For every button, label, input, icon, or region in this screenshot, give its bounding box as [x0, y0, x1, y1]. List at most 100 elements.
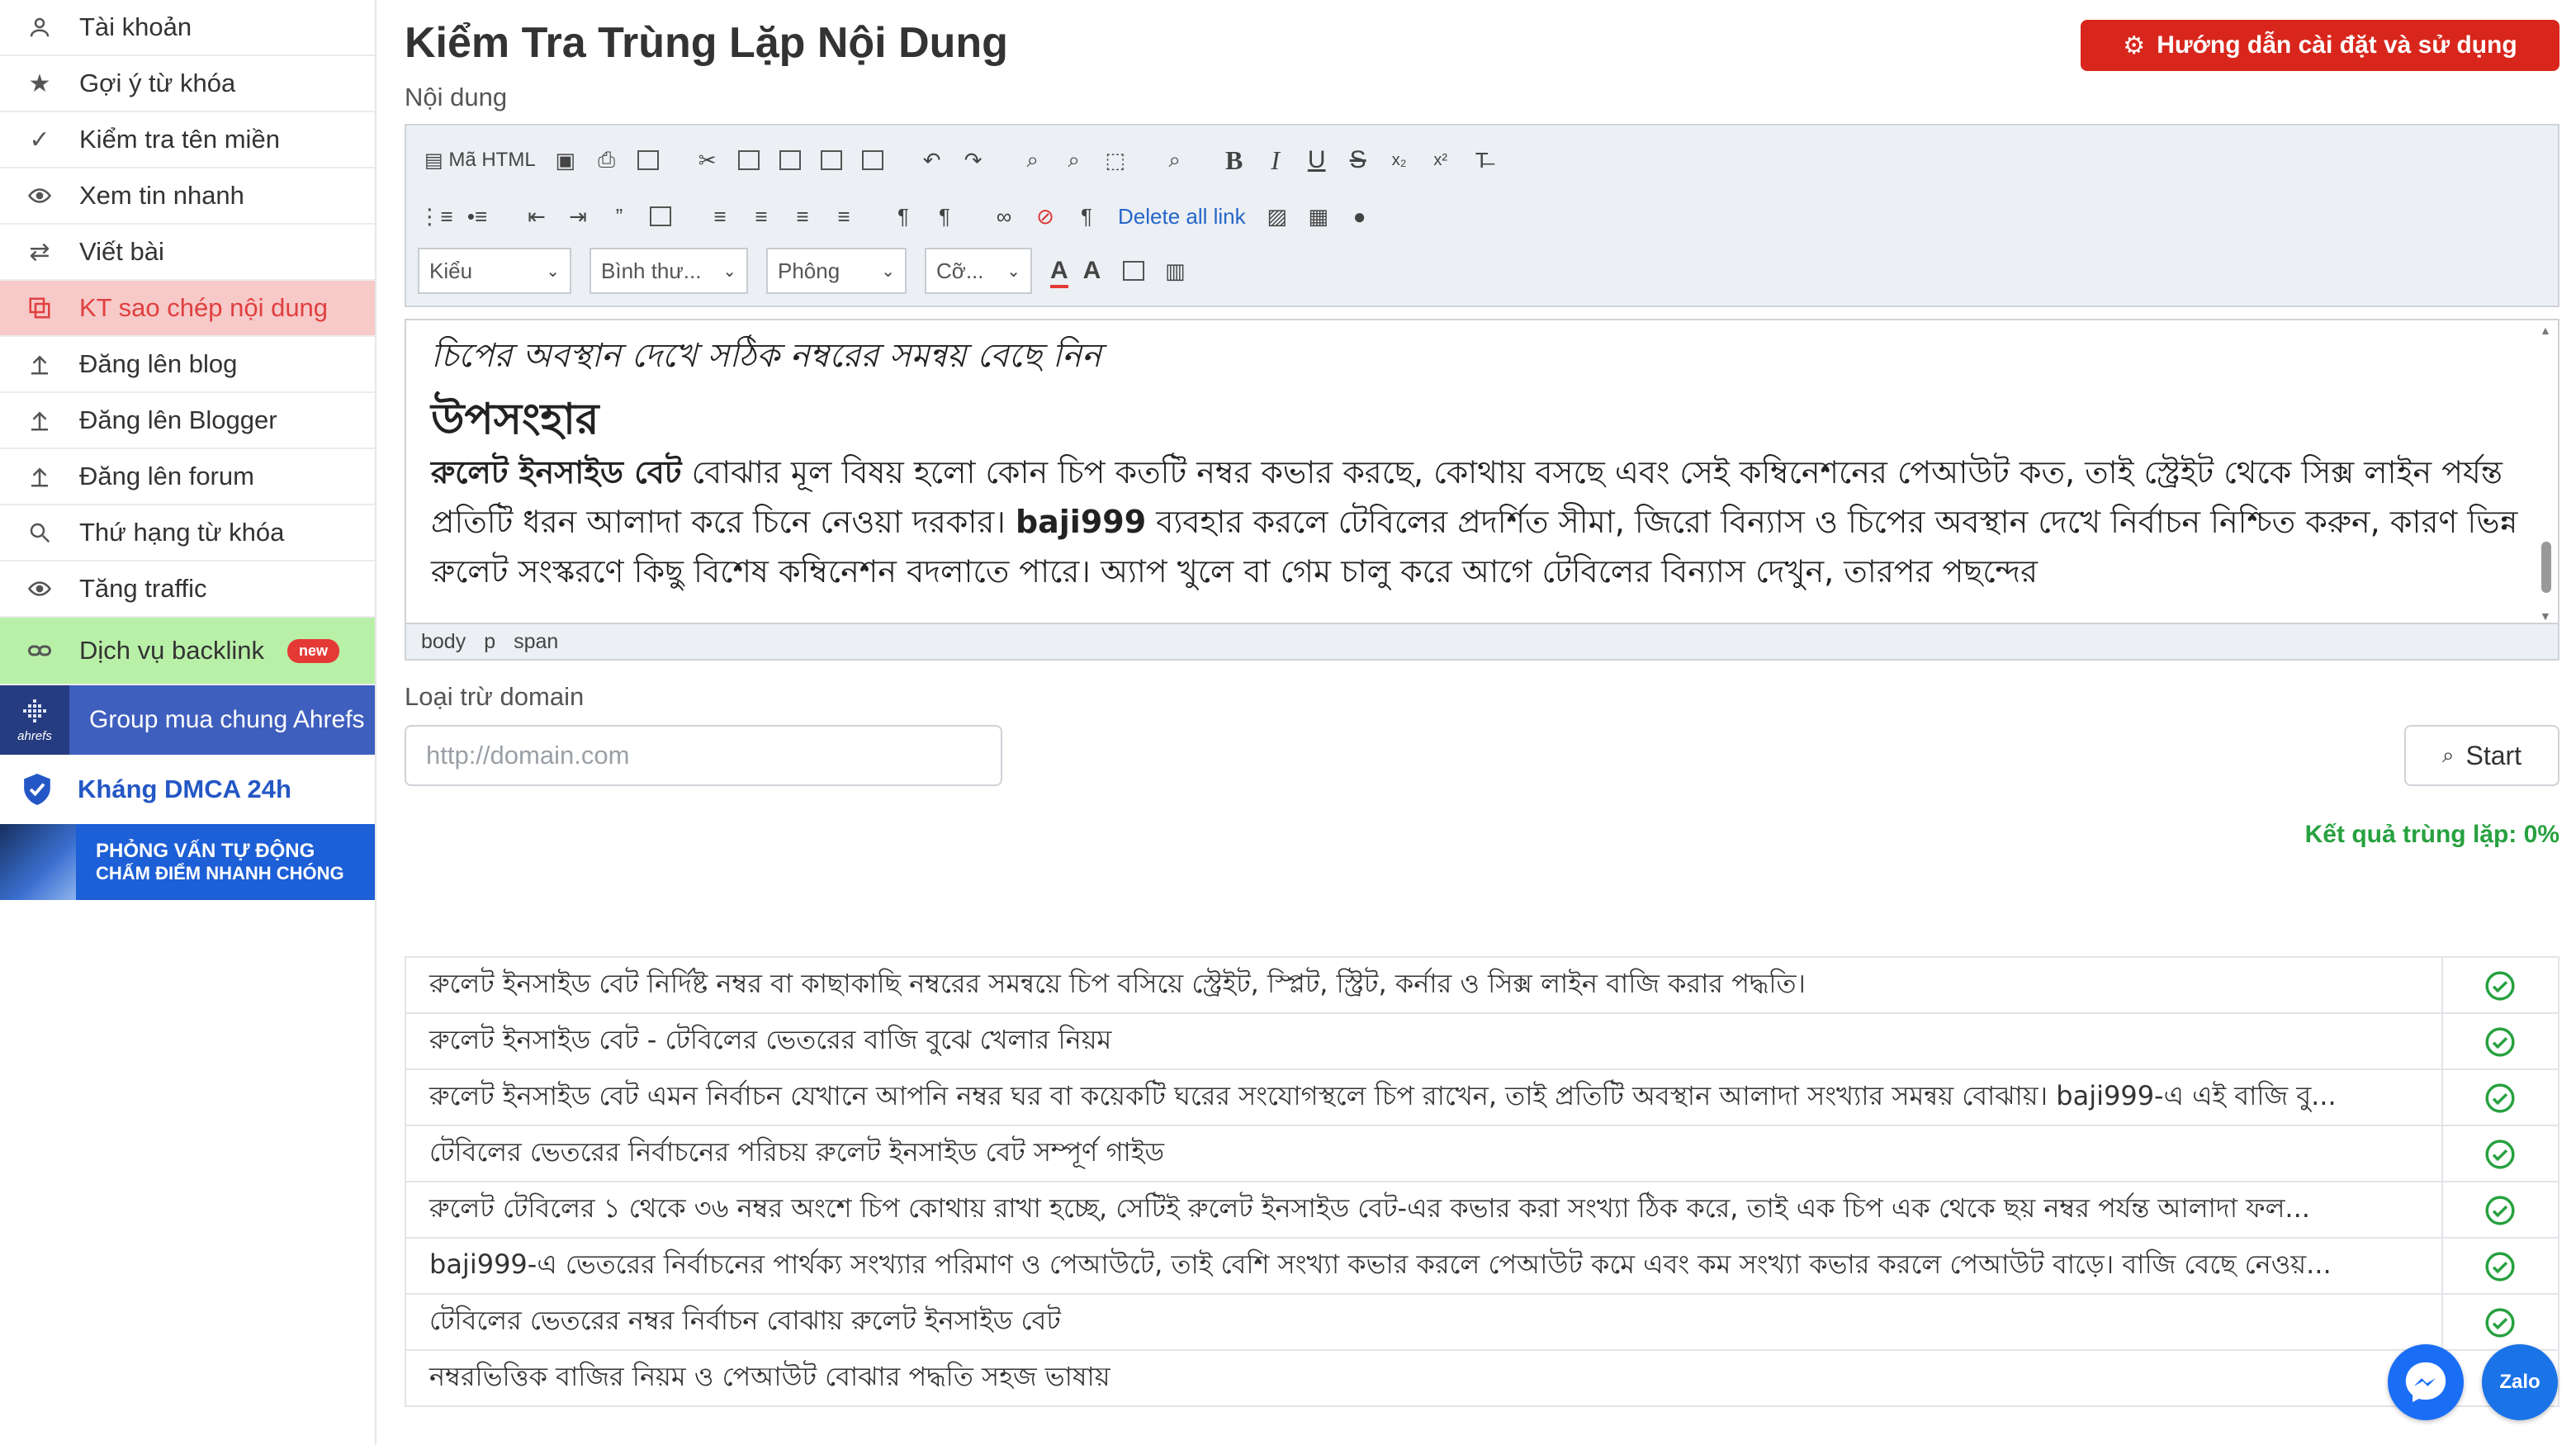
guide-button-label: Hướng dẫn cài đặt và sử dụng — [2157, 31, 2517, 59]
justify-icon[interactable]: ≡ — [826, 197, 862, 236]
ahrefs-group-banner[interactable]: ahrefs Group mua chung Ahrefs — [0, 685, 375, 755]
sidebar-item-domain-check[interactable]: ✓ Kiểm tra tên miền — [0, 112, 375, 168]
scroll-down-icon[interactable]: ▼ — [2540, 609, 2551, 623]
exclude-domain-label: Loại trừ domain — [405, 682, 585, 711]
italic-icon[interactable]: I — [1257, 140, 1294, 180]
maximize-icon[interactable] — [1115, 251, 1152, 291]
redo-icon[interactable]: ↷ — [955, 140, 992, 180]
sidebar-item-account[interactable]: Tài khoản — [0, 0, 375, 56]
interview-line-2: CHẤM ĐIỂM NHANH CHÓNG — [96, 863, 344, 884]
paste-word-icon[interactable] — [855, 140, 891, 180]
subscript-icon[interactable]: x₂ — [1381, 140, 1418, 180]
anchor-icon[interactable]: ¶ — [1068, 197, 1105, 236]
sidebar-item-label: Thứ hạng từ khóa — [79, 518, 285, 547]
path-item[interactable]: span — [514, 630, 558, 654]
paste-icon[interactable] — [772, 140, 808, 180]
print-icon[interactable]: ⎙ — [589, 140, 625, 180]
font-select[interactable]: Phông ⌄ — [766, 248, 907, 294]
underline-icon[interactable]: U — [1299, 140, 1335, 180]
toolbar-row-3: Kiểu ⌄ Bình thư... ⌄ Phông ⌄ Cỡ... ⌄ A A ▥ — [418, 248, 1198, 294]
find-icon[interactable]: ⌕ — [1015, 140, 1051, 180]
interview-banner[interactable]: PHỎNG VẤN TỰ ĐỘNG CHẤM ĐIỂM NHANH CHÓNG — [0, 824, 375, 900]
sidebar-item-copy-check[interactable]: KT sao chép nội dung — [0, 281, 375, 337]
editor-paragraph: রুলেট ইনসাইড বেট বোঝার মূল বিষয় হলো কোন… — [431, 448, 2533, 596]
table-icon[interactable]: ▦ — [1300, 197, 1337, 236]
sidebar-item-backlink[interactable]: Dịch vụ backlink new — [0, 618, 375, 685]
paragraph-format-select[interactable]: Bình thư... ⌄ — [590, 248, 748, 294]
text-color-icon[interactable]: A — [1050, 257, 1068, 288]
background-color-icon[interactable]: A — [1083, 257, 1101, 285]
guide-button[interactable]: ⚙ Hướng dẫn cài đặt và sử dụng — [2081, 20, 2559, 71]
element-path-bar: body p span — [405, 624, 2559, 661]
page-title: Kiểm Tra Trùng Lặp Nội Dung — [405, 19, 1008, 67]
align-center-icon[interactable]: ≡ — [743, 197, 779, 236]
copy-icon[interactable] — [731, 140, 767, 180]
scroll-up-icon[interactable]: ▲ — [2540, 324, 2551, 337]
unlink-icon[interactable]: ⊘ — [1027, 197, 1063, 236]
rtl-icon[interactable]: ¶ — [926, 197, 963, 236]
path-item[interactable]: p — [484, 630, 495, 654]
editor-line: চিপের অবস্থান দেখে সঠিক নম্বরের সমন্বয় … — [431, 337, 1101, 375]
upload-icon — [21, 346, 58, 382]
spellcheck-icon[interactable]: ⌕ — [1157, 140, 1193, 180]
template-icon[interactable] — [630, 140, 666, 180]
size-select-value: Cỡ... — [936, 258, 984, 283]
ltr-icon[interactable]: ¶ — [885, 197, 921, 236]
messenger-icon — [2405, 1362, 2446, 1403]
messenger-button[interactable] — [2388, 1344, 2464, 1420]
indent-icon[interactable]: ⇥ — [560, 197, 596, 236]
exclude-domain-input[interactable] — [405, 725, 1002, 786]
zalo-button[interactable]: Zalo — [2482, 1344, 2558, 1420]
path-item[interactable]: body — [421, 630, 466, 654]
delete-all-links-button[interactable]: Delete all link — [1110, 197, 1254, 236]
sidebar-item-keyword-suggest[interactable]: ★ Gợi ý từ khóa — [0, 56, 375, 112]
sidebar-item-label: KT sao chép nội dung — [79, 293, 329, 322]
image-icon[interactable]: ▨ — [1259, 197, 1295, 236]
outdent-icon[interactable]: ⇤ — [519, 197, 555, 236]
bulleted-list-icon[interactable]: •≡ — [459, 197, 495, 236]
size-select[interactable]: Cỡ... ⌄ — [925, 248, 1032, 294]
sidebar-item-keyword-rank[interactable]: Thứ hạng từ khóa — [0, 505, 375, 561]
sidebar: Tài khoản ★ Gợi ý từ khóa ✓ Kiểm tra tên… — [0, 0, 376, 1445]
replace-icon[interactable]: ⌕ — [1056, 140, 1092, 180]
editor-area[interactable]: চিপের অবস্থান দেখে সঠিক নম্বরের সমন্বয় … — [405, 319, 2559, 624]
sidebar-item-post-forum[interactable]: Đăng lên forum — [0, 449, 375, 505]
div-icon[interactable] — [642, 197, 679, 236]
interview-line-1: PHỎNG VẤN TỰ ĐỘNG — [96, 840, 315, 862]
start-button[interactable]: ⌕ Start — [2404, 725, 2559, 786]
dmca-link[interactable]: Kháng DMCA 24h — [0, 755, 375, 824]
align-right-icon[interactable]: ≡ — [784, 197, 821, 236]
sidebar-item-traffic[interactable]: Tăng traffic — [0, 561, 375, 618]
sidebar-item-quick-news[interactable]: Xem tin nhanh — [0, 168, 375, 225]
source-button[interactable]: ▤ Mã HTML — [418, 140, 542, 180]
cut-icon[interactable]: ✂ — [689, 140, 726, 180]
search-icon: ⌕ — [2441, 742, 2455, 767]
sidebar-item-label: Viết bài — [79, 237, 164, 266]
align-left-icon[interactable]: ≡ — [702, 197, 738, 236]
result-sentence: রুলেট ইনসাইড বেট নির্দিষ্ট নম্বর বা কাছা… — [405, 956, 2443, 1014]
strikethrough-icon[interactable]: S — [1340, 140, 1376, 180]
undo-icon[interactable]: ↶ — [914, 140, 950, 180]
table-row: টেবিলের ভেতরের নম্বর নির্বাচন বোঝায় রুল… — [405, 1293, 2560, 1351]
paste-text-icon[interactable] — [813, 140, 850, 180]
editor-scrollbar[interactable]: ▲ ▼ — [2538, 324, 2555, 623]
style-select[interactable]: Kiểu ⌄ — [418, 248, 571, 294]
remove-format-icon[interactable]: T̶ — [1464, 140, 1500, 180]
numbered-list-icon[interactable]: ⋮≡ — [418, 197, 454, 236]
upload-icon — [21, 458, 58, 495]
sidebar-item-post-blogger[interactable]: Đăng lên Blogger — [0, 393, 375, 449]
blockquote-icon[interactable]: ” — [601, 197, 637, 236]
result-status — [2441, 1293, 2560, 1351]
sidebar-item-write-post[interactable]: ⇄ Viết bài — [0, 225, 375, 281]
link-icon[interactable]: ∞ — [986, 197, 1022, 236]
select-all-icon[interactable]: ⬚ — [1097, 140, 1134, 180]
show-blocks-icon[interactable]: ▥ — [1157, 251, 1193, 291]
superscript-icon[interactable]: x² — [1423, 140, 1459, 180]
result-sentence: রুলেট টেবিলের ১ থেকে ৩৬ নম্বর অংশে চিপ ক… — [405, 1181, 2443, 1239]
sidebar-item-post-blog[interactable]: Đăng lên blog — [0, 337, 375, 393]
info-icon[interactable]: ● — [1342, 197, 1378, 236]
sidebar-item-label: Gợi ý từ khóa — [79, 69, 236, 97]
save-icon[interactable]: ▣ — [547, 140, 584, 180]
bold-icon[interactable]: B — [1216, 140, 1252, 180]
scrollbar-thumb[interactable] — [2541, 542, 2551, 593]
